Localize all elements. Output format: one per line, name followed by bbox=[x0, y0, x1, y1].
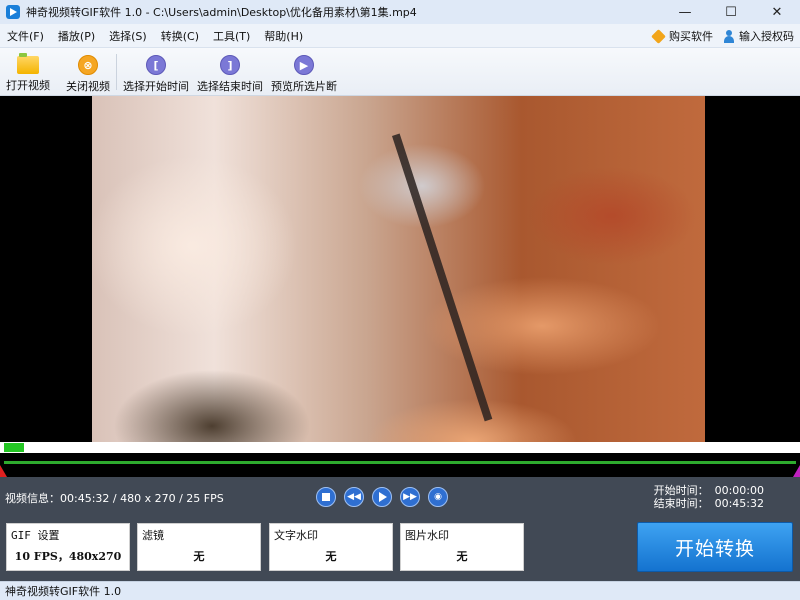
user-icon bbox=[723, 29, 735, 43]
play-preview-icon: ▶ bbox=[294, 55, 314, 75]
playback-controls: ◀◀ ▶▶ ◉ bbox=[316, 487, 448, 507]
status-bar: 神奇视频转GIF软件 1.0 bbox=[0, 581, 800, 600]
video-frame-detail bbox=[392, 133, 493, 422]
buy-software-link[interactable]: 购买软件 bbox=[651, 28, 713, 44]
filter-value: 无 bbox=[193, 550, 205, 563]
playback-progress-fill bbox=[4, 443, 24, 452]
stop-icon bbox=[322, 493, 330, 501]
menu-convert[interactable]: 转换(C) bbox=[154, 28, 206, 44]
fast-forward-icon: ▶▶ bbox=[403, 492, 417, 502]
minimize-button[interactable]: — bbox=[662, 0, 708, 24]
window-controls: — ☐ ✕ bbox=[662, 0, 800, 24]
status-text: 神奇视频转GIF软件 1.0 bbox=[5, 585, 122, 598]
toolbar-divider bbox=[116, 54, 117, 90]
end-marker-handle[interactable] bbox=[793, 465, 800, 477]
image-watermark-value: 无 bbox=[456, 550, 468, 563]
enter-license-link[interactable]: 输入授权码 bbox=[723, 28, 794, 44]
diamond-icon bbox=[651, 28, 666, 44]
preview-selection-label: 预览所选片断 bbox=[271, 80, 337, 93]
snapshot-button[interactable]: ◉ bbox=[428, 487, 448, 507]
window-title: 神奇视频转GIF软件 1.0 - C:\Users\admin\Desktop\… bbox=[26, 6, 417, 19]
rewind-icon: ◀◀ bbox=[347, 492, 361, 502]
video-info: 视频信息：00:45:32 / 480 x 270 / 25 FPS bbox=[5, 492, 224, 505]
text-watermark-card[interactable]: 文字水印 无 bbox=[269, 523, 393, 571]
selection-range-bar[interactable] bbox=[0, 453, 800, 477]
image-watermark-title: 图片水印 bbox=[405, 529, 449, 542]
open-video-label: 打开视频 bbox=[6, 79, 50, 92]
text-watermark-value: 无 bbox=[325, 550, 337, 563]
enter-license-label: 输入授权码 bbox=[739, 30, 794, 43]
app-logo-icon bbox=[6, 5, 20, 19]
rewind-button[interactable]: ◀◀ bbox=[344, 487, 364, 507]
gif-settings-value: 10 FPS，480x270 bbox=[14, 550, 122, 563]
menu-select[interactable]: 选择(S) bbox=[102, 28, 154, 44]
stop-button[interactable] bbox=[316, 487, 336, 507]
selection-range-line bbox=[4, 461, 796, 464]
fast-forward-button[interactable]: ▶▶ bbox=[400, 487, 420, 507]
toolbar: 打开视频 ⊗ 关闭视频 [ 选择开始时间 ] 选择结束时间 ▶ 预览所选片断 bbox=[0, 48, 800, 96]
title-bar: 神奇视频转GIF软件 1.0 - C:\Users\admin\Desktop\… bbox=[0, 0, 800, 24]
start-marker-handle[interactable] bbox=[0, 465, 7, 477]
start-convert-button[interactable]: 开始转换 bbox=[637, 522, 793, 572]
preview-selection-button[interactable]: ▶ 预览所选片断 bbox=[271, 48, 337, 94]
menu-help[interactable]: 帮助(H) bbox=[257, 28, 310, 44]
play-button[interactable] bbox=[372, 487, 392, 507]
play-icon bbox=[379, 492, 387, 502]
gif-settings-card[interactable]: GIF 设置 10 FPS，480x270 bbox=[6, 523, 130, 571]
end-time-value: 00:45:32 bbox=[714, 497, 764, 510]
select-end-time-label: 选择结束时间 bbox=[197, 80, 263, 93]
start-time-label: 开始时间： bbox=[653, 484, 709, 497]
playback-progress-bar[interactable] bbox=[0, 442, 800, 453]
menu-tools[interactable]: 工具(T) bbox=[206, 28, 257, 44]
close-window-button[interactable]: ✕ bbox=[754, 0, 800, 24]
open-video-button[interactable]: 打开视频 bbox=[6, 48, 50, 93]
select-end-time-button[interactable]: ] 选择结束时间 bbox=[197, 48, 263, 94]
camera-icon: ◉ bbox=[434, 492, 442, 502]
bracket-left-icon: [ bbox=[146, 55, 166, 75]
buy-software-label: 购买软件 bbox=[669, 30, 713, 43]
video-player[interactable] bbox=[0, 96, 800, 442]
video-frame-image bbox=[92, 96, 705, 442]
end-time-label: 结束时间： bbox=[653, 497, 709, 510]
maximize-button[interactable]: ☐ bbox=[708, 0, 754, 24]
select-start-time-label: 选择开始时间 bbox=[123, 80, 189, 93]
close-video-button[interactable]: ⊗ 关闭视频 bbox=[66, 48, 110, 94]
start-time-value: 00:00:00 bbox=[714, 484, 764, 497]
filter-title: 滤镜 bbox=[142, 529, 164, 542]
menu-bar: 文件(F) 播放(P) 选择(S) 转换(C) 工具(T) 帮助(H) 购买软件… bbox=[0, 24, 800, 48]
menu-play[interactable]: 播放(P) bbox=[51, 28, 102, 44]
filter-card[interactable]: 滤镜 无 bbox=[137, 523, 261, 571]
menu-file[interactable]: 文件(F) bbox=[0, 28, 51, 44]
select-start-time-button[interactable]: [ 选择开始时间 bbox=[123, 48, 189, 94]
time-range-info: 开始时间： 00:00:00 结束时间： 00:45:32 bbox=[654, 484, 764, 510]
control-panel: 视频信息：00:45:32 / 480 x 270 / 25 FPS ◀◀ ▶▶… bbox=[0, 477, 800, 581]
close-video-label: 关闭视频 bbox=[66, 80, 110, 93]
text-watermark-title: 文字水印 bbox=[274, 529, 318, 542]
bracket-right-icon: ] bbox=[220, 55, 240, 75]
image-watermark-card[interactable]: 图片水印 无 bbox=[400, 523, 524, 571]
gif-settings-title: GIF 设置 bbox=[11, 529, 60, 542]
close-video-icon: ⊗ bbox=[78, 55, 98, 75]
open-folder-icon bbox=[17, 53, 39, 74]
